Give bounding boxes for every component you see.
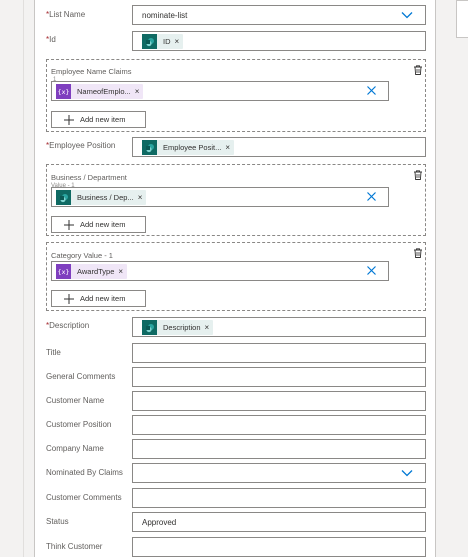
think-customer-input[interactable] [132,537,426,557]
customer-comments-row: Customer Comments [35,488,437,510]
trash-icon[interactable] [412,247,424,259]
general-comments-row: General Comments [35,367,437,389]
employee-name-claims-label: Employee Name Claims [51,67,132,76]
id-token-remove[interactable]: × [175,37,184,46]
nominated-by-claims-dropdown[interactable] [132,463,426,483]
employee-position-row: *Employee Position Employee Posit... × [35,137,437,159]
expression-icon: {x} [56,84,71,99]
left-panel-edge [0,0,24,557]
business-department-input[interactable]: Business / Dep... × [51,187,389,207]
employee-position-input[interactable]: Employee Posit... × [132,137,426,157]
corner-control[interactable] [456,0,468,38]
think-customer-row: Think Customer [35,537,437,557]
description-input[interactable]: Description × [132,317,426,337]
add-new-item-label: Add new item [80,220,126,229]
employee-position-label: *Employee Position [46,141,116,150]
trash-icon[interactable] [412,169,424,181]
id-token-text: ID [163,37,171,46]
nominated-by-claims-row: Nominated By Claims [35,463,437,485]
customer-name-label: Customer Name [46,396,105,405]
close-icon[interactable] [366,191,377,202]
employee-position-token-text: Employee Posit... [163,143,222,152]
sharepoint-icon [142,320,157,335]
business-department-group: Business / Department Value - 1 Business… [46,164,426,236]
customer-name-row: Customer Name [35,391,437,413]
nominated-by-claims-label: Nominated By Claims [46,468,123,477]
employee-name-token[interactable]: {x} NameofEmplo... × [56,84,144,99]
business-department-token-text: Business / Dep... [77,193,134,202]
trash-icon[interactable] [412,64,424,76]
category-value-input[interactable]: {x} AwardType × [51,261,389,281]
description-token-remove[interactable]: × [205,323,214,332]
chevron-down-icon [401,12,413,19]
plus-icon [64,219,74,230]
employee-position-token[interactable]: Employee Posit... × [142,140,235,155]
employee-position-token-remove[interactable]: × [225,143,234,152]
expression-icon: {x} [56,264,71,279]
company-name-input[interactable] [132,439,426,459]
general-comments-label: General Comments [46,372,116,381]
add-new-item-label: Add new item [80,115,126,124]
title-label: Title [46,348,61,357]
id-input[interactable]: ID × [132,31,426,51]
id-token[interactable]: ID × [142,34,184,49]
sharepoint-icon [142,140,157,155]
title-input[interactable] [132,343,426,363]
customer-comments-input[interactable] [132,488,426,508]
action-card: *List Name nominate-list *Id ID × Employ… [34,0,436,557]
right-panel-edge [442,0,468,557]
sharepoint-icon [142,34,157,49]
employee-name-claims-group: Employee Name Claims 1 {x} NameofEmplo..… [46,59,426,132]
employee-name-token-remove[interactable]: × [135,87,144,96]
add-new-item-button[interactable]: Add new item [51,290,146,307]
business-department-token-remove[interactable]: × [138,193,147,202]
id-label: *Id [46,35,56,44]
status-label: Status [46,517,69,526]
status-input[interactable]: Approved [132,512,426,532]
plus-icon [64,293,74,304]
close-icon[interactable] [366,85,377,96]
description-row: *Description Description × [35,317,437,339]
description-label: *Description [46,321,90,330]
employee-name-token-text: NameofEmplo... [77,87,131,96]
customer-position-row: Customer Position [35,415,437,437]
sharepoint-icon [56,190,71,205]
employee-name-claims-input[interactable]: {x} NameofEmplo... × [51,81,389,101]
customer-comments-label: Customer Comments [46,493,122,502]
title-row: Title [35,343,437,365]
list-name-label: *List Name [46,10,86,19]
category-value-label: Category Value - 1 [51,251,113,260]
customer-position-label: Customer Position [46,420,112,429]
think-customer-label: Think Customer [46,542,103,551]
list-name-dropdown[interactable]: nominate-list [132,5,426,25]
id-row: *Id ID × [35,31,437,53]
close-icon[interactable] [366,265,377,276]
list-name-row: *List Name nominate-list [35,5,437,27]
award-type-token[interactable]: {x} AwardType × [56,264,128,279]
description-token[interactable]: Description × [142,320,214,335]
general-comments-input[interactable] [132,367,426,387]
add-new-item-label: Add new item [80,294,126,303]
chevron-down-icon [401,470,413,477]
customer-position-input[interactable] [132,415,426,435]
customer-name-input[interactable] [132,391,426,411]
category-value-group: Category Value - 1 {x} AwardType × Add n… [46,242,426,311]
business-department-label: Business / Department [51,173,127,182]
plus-icon [64,114,74,125]
company-name-row: Company Name [35,439,437,461]
add-new-item-button[interactable]: Add new item [51,216,146,233]
description-token-text: Description [163,323,201,332]
status-row: Status Approved [35,512,437,534]
status-value: Approved [142,518,177,527]
list-name-value: nominate-list [142,11,188,20]
business-department-token[interactable]: Business / Dep... × [56,190,147,205]
add-new-item-button[interactable]: Add new item [51,111,146,128]
company-name-label: Company Name [46,444,104,453]
award-type-token-remove[interactable]: × [118,267,127,276]
award-type-token-text: AwardType [77,267,115,276]
